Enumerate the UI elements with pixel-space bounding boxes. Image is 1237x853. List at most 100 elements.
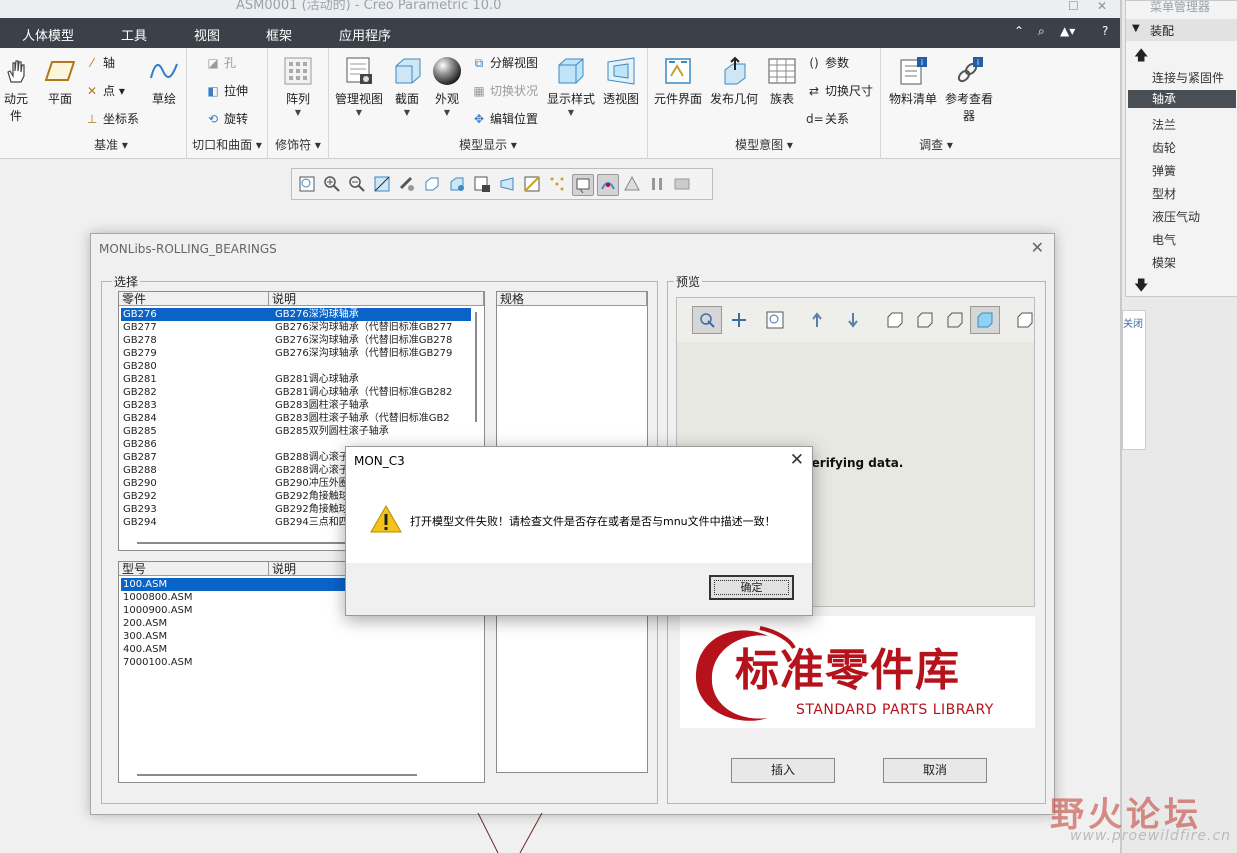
search-icon[interactable]: ⌕ bbox=[1038, 24, 1045, 39]
cancel-button[interactable]: 取消 bbox=[883, 758, 987, 783]
menu-item-bearings[interactable]: 轴承 bbox=[1128, 90, 1236, 108]
modifier-group-label[interactable]: 修饰符 ▾ bbox=[268, 136, 328, 153]
insert-button[interactable]: 插入 bbox=[731, 758, 835, 783]
menu-item-mold-base[interactable]: 模架 bbox=[1152, 254, 1176, 271]
annotation-display-icon[interactable] bbox=[572, 174, 594, 196]
help-icon[interactable]: ? bbox=[1102, 24, 1108, 38]
family-table-button[interactable]: 族表 bbox=[762, 56, 802, 107]
perspective-small-icon[interactable] bbox=[497, 174, 517, 194]
menu-item-flanges[interactable]: 法兰 bbox=[1152, 116, 1176, 133]
refit-icon[interactable] bbox=[297, 174, 317, 194]
display-style-button[interactable]: 显示样式 ▼ bbox=[543, 56, 599, 117]
model-list-row[interactable]: 300.ASM bbox=[121, 630, 321, 643]
plane-button[interactable]: 平面 bbox=[42, 56, 78, 107]
preview-view-side-icon[interactable] bbox=[940, 306, 970, 334]
parts-list-row[interactable]: GB285 GB285双列圆柱滚子轴承 bbox=[121, 425, 471, 438]
section-button[interactable]: 截面 ▼ bbox=[389, 56, 425, 117]
parts-list-row[interactable]: GB282 GB281调心球轴承（代替旧标准GB282 bbox=[121, 386, 471, 399]
preview-view-iso-icon[interactable] bbox=[1010, 306, 1040, 334]
side-close-label[interactable]: 关闭 bbox=[1123, 315, 1143, 330]
preview-view-top-icon[interactable] bbox=[910, 306, 940, 334]
investigate-group-label[interactable]: 调查 ▾ bbox=[881, 136, 991, 153]
menu-item-hydraulics[interactable]: 液压气动 bbox=[1152, 208, 1200, 225]
publish-geometry-button[interactable]: 发布几何 bbox=[706, 56, 762, 107]
manage-views-button[interactable]: 管理视图 ▼ bbox=[333, 56, 385, 117]
datum-display-icon[interactable] bbox=[547, 174, 567, 194]
zoom-out-icon[interactable] bbox=[347, 174, 367, 194]
preview-select-icon[interactable] bbox=[692, 306, 722, 334]
pause-icon[interactable] bbox=[647, 174, 667, 194]
model-list-row[interactable]: 200.ASM bbox=[121, 617, 321, 630]
menu-item-view[interactable]: 视图 bbox=[194, 25, 220, 44]
parts-list-row[interactable]: GB279 GB276深沟球轴承（代替旧标准GB279 bbox=[121, 347, 471, 360]
cut-group-label[interactable]: 切口和曲面 ▾ bbox=[187, 136, 267, 153]
preview-zoom-icon[interactable] bbox=[760, 306, 790, 334]
parts-col-part[interactable]: 零件 bbox=[119, 292, 269, 306]
point-button[interactable]: ✕ 点 ▾ bbox=[84, 82, 125, 99]
model-list-row[interactable]: 100.ASM bbox=[121, 578, 361, 591]
appearance-small-icon[interactable] bbox=[622, 174, 642, 194]
parts-list-row[interactable]: GB283 GB283圆柱滚子轴承 bbox=[121, 399, 471, 412]
model-list-row[interactable]: 1000900.ASM bbox=[121, 604, 321, 617]
parts-vscroll[interactable] bbox=[475, 312, 477, 422]
revolve-button[interactable]: ⟲ 旋转 bbox=[205, 110, 248, 127]
appearance-button[interactable]: 外观 ▼ bbox=[429, 56, 465, 117]
toggle-status-button[interactable]: ▦ 切换状况 bbox=[471, 82, 538, 99]
parts-list-row[interactable]: GB281 GB281调心球轴承 bbox=[121, 373, 471, 386]
spin-icon[interactable] bbox=[597, 174, 619, 196]
preview-shaded-icon[interactable] bbox=[970, 306, 1000, 334]
pattern-button[interactable]: 阵列 ▼ bbox=[278, 56, 318, 117]
parts-list-row[interactable]: GB278 GB276深沟球轴承（代替旧标准GB278 bbox=[121, 334, 471, 347]
repaint-icon[interactable] bbox=[372, 174, 392, 194]
preview-view-front-icon[interactable] bbox=[880, 306, 910, 334]
extrude-button[interactable]: ◧ 拉伸 bbox=[205, 82, 248, 99]
parts-list-row[interactable]: GB280 bbox=[121, 360, 471, 373]
csys-button[interactable]: ⊥ 坐标系 bbox=[84, 110, 139, 127]
arrow-down-icon[interactable]: 🡇 bbox=[1134, 275, 1148, 299]
spin-center-icon[interactable] bbox=[397, 174, 417, 194]
bom-button[interactable]: i 物料清单 bbox=[885, 56, 941, 107]
assembly-header[interactable]: ▼ 装配 bbox=[1126, 19, 1237, 41]
collapse-ribbon-icon[interactable]: ⌃ bbox=[1014, 24, 1024, 38]
display-style-small-icon[interactable] bbox=[447, 174, 467, 194]
drag-component-button[interactable]: 动元件 bbox=[0, 56, 32, 124]
component-interface-button[interactable]: 元件界面 bbox=[652, 56, 704, 107]
menu-item-gears[interactable]: 齿轮 bbox=[1152, 139, 1176, 156]
relations-button[interactable]: d=关系 bbox=[806, 110, 849, 127]
model-intent-group-label[interactable]: 模型意图 ▾ bbox=[648, 136, 880, 153]
switch-dims-button[interactable]: ⇄ 切换尺寸 bbox=[806, 82, 873, 99]
menu-item-electrical[interactable]: 电气 bbox=[1152, 231, 1176, 248]
preview-pan-icon[interactable] bbox=[724, 306, 754, 334]
record-icon[interactable] bbox=[672, 174, 692, 194]
menu-item-human[interactable]: 人体模型 bbox=[22, 25, 74, 44]
message-box-close-icon[interactable]: ✕ bbox=[790, 450, 804, 470]
ok-button[interactable]: 确定 bbox=[709, 575, 794, 600]
saved-views-icon[interactable] bbox=[472, 174, 492, 194]
parameters-button[interactable]: () 参数 bbox=[806, 54, 849, 71]
parts-list-row[interactable]: GB284 GB283圆柱滚子轴承（代替旧标准GB2 bbox=[121, 412, 471, 425]
menu-item-connectors[interactable]: 连接与紧固件 bbox=[1152, 69, 1224, 86]
parts-col-desc[interactable]: 说明 bbox=[269, 292, 484, 306]
menu-item-frame[interactable]: 框架 bbox=[266, 25, 292, 44]
perspective-button[interactable]: 透视图 bbox=[601, 56, 641, 107]
spec-col-header[interactable]: 规格 bbox=[497, 292, 647, 306]
maximize-icon[interactable]: ☐ bbox=[1068, 0, 1079, 12]
edit-position-button[interactable]: ✥ 编辑位置 bbox=[471, 110, 538, 127]
learning-icon[interactable]: ▲▾ bbox=[1060, 24, 1075, 38]
model-list-row[interactable]: 400.ASM bbox=[121, 643, 321, 656]
menu-item-profiles[interactable]: 型材 bbox=[1152, 185, 1176, 202]
axis-button[interactable]: ⁄ 轴 bbox=[84, 54, 115, 71]
zoom-in-icon[interactable] bbox=[322, 174, 342, 194]
preview-rotate-right-icon[interactable] bbox=[835, 306, 865, 334]
hole-button[interactable]: ◪ 孔 bbox=[205, 54, 236, 71]
parts-list-row[interactable]: GB277 GB276深沟球轴承（代替旧标准GB277 bbox=[121, 321, 471, 334]
close-icon[interactable]: ✕ bbox=[1097, 0, 1107, 12]
menu-item-tools[interactable]: 工具 bbox=[121, 25, 147, 44]
menu-item-applications[interactable]: 应用程序 bbox=[339, 25, 391, 44]
named-views-icon[interactable] bbox=[422, 174, 442, 194]
section-small-icon[interactable] bbox=[522, 174, 542, 194]
dialog-close-icon[interactable]: ✕ bbox=[1031, 238, 1044, 257]
model-col-model[interactable]: 型号 bbox=[119, 562, 269, 576]
preview-rotate-left-icon[interactable] bbox=[805, 306, 835, 334]
parts-list-row[interactable]: GB276 GB276深沟球轴承 bbox=[121, 308, 471, 321]
